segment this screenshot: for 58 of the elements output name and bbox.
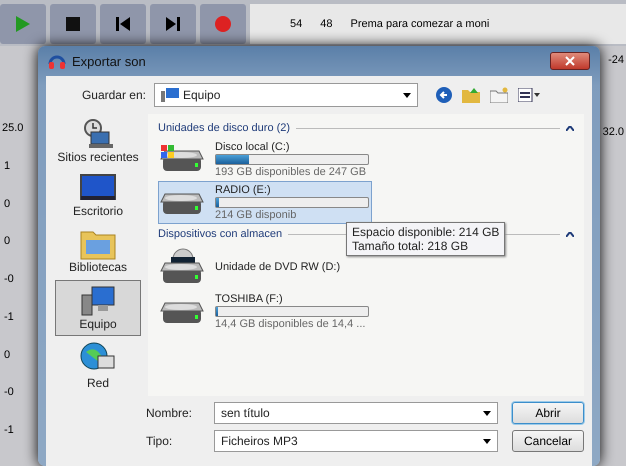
group-header: Unidades de disco duro (2) — [158, 122, 290, 134]
dropdown-arrow-icon — [483, 438, 491, 444]
clock-computer-icon — [81, 118, 115, 150]
stop-icon — [66, 17, 80, 31]
track-scale-label: -1 — [4, 310, 15, 323]
drive-item[interactable]: Disco local (C:) 193 GB disponibles de 247 GB — [158, 138, 372, 181]
close-icon — [565, 56, 575, 66]
back-icon[interactable] — [436, 87, 452, 103]
track-scale-label: 0 — [4, 348, 12, 361]
location-dropdown[interactable]: Equipo — [154, 83, 418, 107]
sidebar-item[interactable]: Sitios recientes — [55, 114, 141, 168]
view-menu-icon[interactable] — [518, 88, 540, 102]
dropdown-arrow-icon — [403, 92, 411, 98]
skip-end-icon — [166, 17, 180, 31]
dropdown-arrow-icon — [483, 410, 491, 416]
close-button[interactable] — [550, 52, 590, 70]
group-header: Dispositivos con almacen — [158, 228, 282, 240]
combo-box[interactable]: Ficheiros MP3 — [214, 430, 498, 452]
window-title: Exportar son — [72, 54, 146, 68]
track-scale-label: 0 — [4, 235, 12, 248]
meter-label: 48 — [320, 18, 332, 30]
ruler-label: 32.0 — [602, 126, 624, 138]
ruler-label: 25.0 — [2, 122, 24, 134]
folder-up-icon[interactable] — [462, 87, 480, 103]
track-scale-label: -1 — [4, 424, 15, 436]
tooltip-text: Espacio disponible: 214 GB — [352, 225, 500, 239]
sidebar-item[interactable]: Bibliotecas — [55, 224, 141, 278]
meter-label: 54 — [290, 18, 302, 30]
collapse-icon[interactable] — [566, 126, 574, 130]
skip-end-button[interactable] — [150, 4, 196, 44]
computer-icon — [161, 88, 179, 102]
drive-item[interactable]: TOSHIBA (F:) 14,4 GB disponibles de 14,4 ... — [158, 290, 372, 333]
combo-box[interactable]: sen título — [214, 402, 498, 424]
field-label: Nombre: — [146, 406, 194, 420]
field-label: Tipo: — [146, 434, 174, 448]
track-scale-label: -0 — [4, 386, 15, 398]
computer-icon — [80, 285, 116, 317]
field-label: Guardar en: — [80, 88, 146, 102]
skip-start-button[interactable] — [100, 4, 146, 44]
meter-label: -24 — [608, 54, 624, 66]
drive-item[interactable]: RADIO (E:) 214 GB disponib — [158, 181, 372, 224]
sidebar-item[interactable]: Equipo — [55, 280, 141, 336]
skip-start-icon — [116, 17, 130, 31]
play-icon — [16, 16, 30, 32]
dialog-button[interactable]: Abrir — [512, 402, 584, 424]
drive-item[interactable]: Unidade de DVD RW (D:) — [158, 244, 346, 290]
tooltip-text: Tamaño total: 218 GB — [352, 239, 470, 253]
new-folder-icon[interactable] — [490, 87, 508, 103]
dialog-button[interactable]: Cancelar — [512, 430, 584, 452]
track-scale-label: 1 — [4, 160, 12, 172]
collapse-icon[interactable] — [566, 232, 574, 236]
track-scale-label: 0 — [4, 198, 12, 210]
sidebar-item[interactable]: Escritorio — [55, 170, 141, 222]
stop-button[interactable] — [50, 4, 96, 44]
record-icon — [215, 16, 231, 32]
track-scale-label: -0 — [4, 273, 15, 286]
meter-hint: Prema para comezar a moni — [350, 18, 490, 30]
sidebar-item[interactable]: Red — [55, 338, 141, 394]
